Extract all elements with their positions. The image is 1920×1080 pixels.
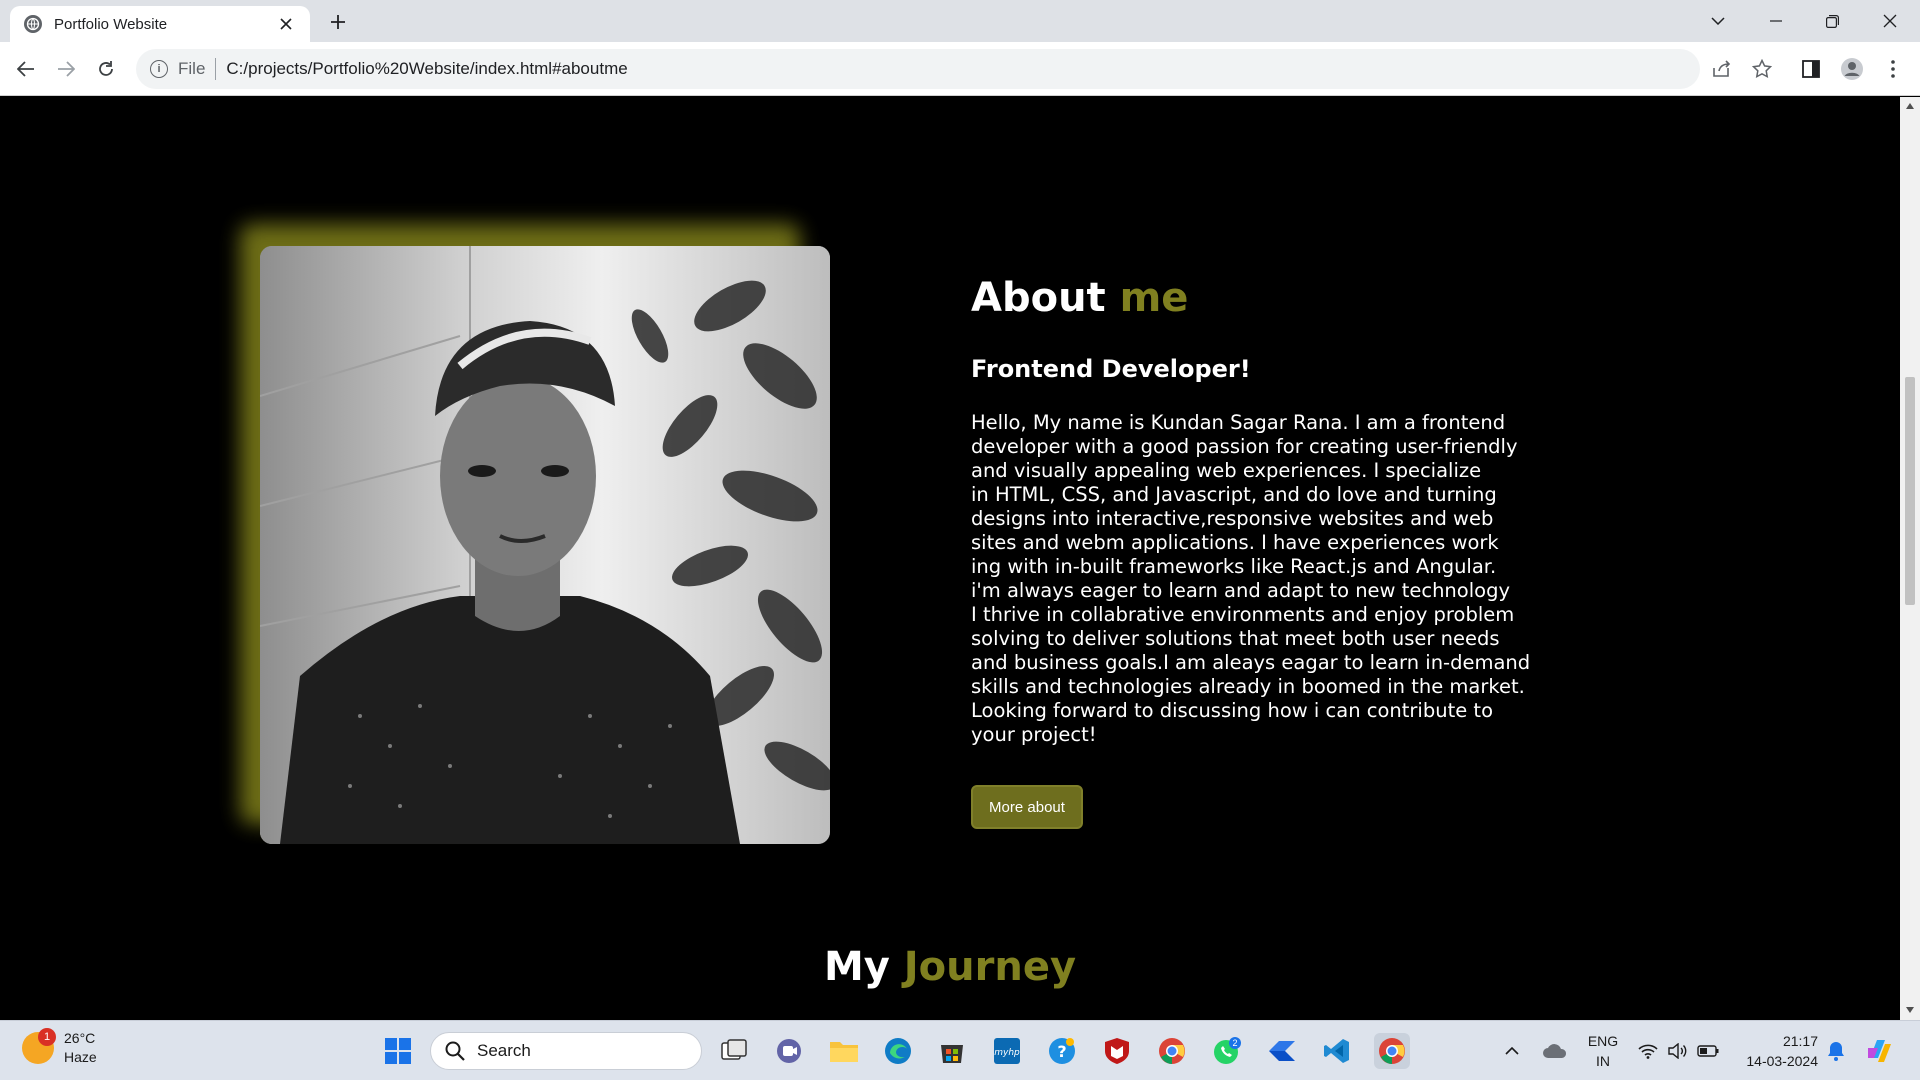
svg-text:myhp: myhp [994, 1048, 1020, 1058]
profile-photo [260, 246, 830, 844]
menu-kebab-icon[interactable] [1880, 56, 1906, 82]
taskbar-clock[interactable]: 21:17 14-03-2024 [1730, 1031, 1818, 1071]
browser-tab-bar: Portfolio Website [0, 0, 1920, 42]
mcafee-shield-icon[interactable] [1099, 1033, 1135, 1069]
vscode-icon[interactable] [1319, 1033, 1355, 1069]
role-heading: Frontend Developer! [971, 355, 1251, 383]
about-title-main: About [971, 275, 1106, 321]
page-scrollbar[interactable] [1900, 97, 1920, 1020]
close-tab-icon[interactable] [276, 14, 296, 34]
show-hidden-icons-chevron-icon[interactable] [1494, 1033, 1530, 1069]
weather-sun-icon: 1 [22, 1028, 56, 1064]
microsoft-store-icon[interactable] [934, 1033, 970, 1069]
search-icon [445, 1041, 465, 1061]
whatsapp-icon[interactable]: 2 [1209, 1033, 1245, 1069]
back-button[interactable] [12, 55, 40, 83]
share-icon[interactable] [1709, 56, 1735, 82]
scrollbar-thumb[interactable] [1905, 377, 1915, 605]
clock-time: 21:17 [1782, 1033, 1818, 1049]
globe-icon [24, 15, 42, 33]
windows-start-icon[interactable] [380, 1033, 416, 1069]
chrome-icon[interactable] [1154, 1033, 1190, 1069]
battery-icon[interactable] [1690, 1033, 1726, 1069]
help-app-icon[interactable]: ? [1044, 1033, 1080, 1069]
taskbar-search-label: Search [477, 1041, 531, 1060]
info-icon[interactable]: i [150, 60, 168, 78]
journey-title-accent: Journey [903, 944, 1077, 990]
clock-date: 14-03-2024 [1746, 1053, 1818, 1069]
page-viewport: About me Frontend Developer! Hello, My n… [0, 97, 1900, 1020]
restore-button[interactable] [1804, 0, 1860, 42]
file-explorer-icon[interactable] [826, 1033, 862, 1069]
task-view-icon[interactable] [716, 1033, 752, 1069]
more-about-button[interactable]: More about [971, 785, 1083, 829]
weather-desc: Haze [64, 1049, 97, 1065]
language-line-1: ENG [1587, 1033, 1619, 1049]
scroll-down-arrow-icon[interactable] [1905, 1005, 1915, 1015]
weather-text: 26°C Haze [64, 1029, 97, 1067]
browser-tab[interactable]: Portfolio Website [10, 6, 310, 42]
bookmark-star-icon[interactable] [1749, 56, 1775, 82]
language-indicator[interactable]: ENG IN [1586, 1031, 1620, 1071]
language-line-2: IN [1596, 1053, 1610, 1069]
new-tab-button[interactable] [324, 8, 352, 36]
address-bar[interactable]: i File C:/projects/Portfolio%20Website/i… [136, 49, 1700, 89]
edge-browser-icon[interactable] [880, 1033, 916, 1069]
weather-widget[interactable]: 1 26°C Haze [22, 1028, 97, 1067]
scroll-up-arrow-icon[interactable] [1905, 101, 1915, 111]
tab-search-chevron-icon[interactable] [1690, 0, 1746, 42]
windows-taskbar: 1 26°C Haze Search myhp ? 2 ENG IN 21:17… [0, 1020, 1920, 1080]
weather-badge: 1 [38, 1028, 56, 1046]
forward-button[interactable] [52, 55, 80, 83]
browser-toolbar: i File C:/projects/Portfolio%20Website/i… [0, 42, 1920, 96]
notification-bell-icon[interactable] [1818, 1033, 1854, 1069]
side-panel-icon[interactable] [1798, 56, 1824, 82]
teams-chat-icon[interactable] [771, 1033, 807, 1069]
url-scheme-label: File [178, 59, 206, 78]
reload-button[interactable] [92, 55, 120, 83]
url-text[interactable]: C:/projects/Portfolio%20Website/index.ht… [226, 59, 1700, 79]
copilot-icon[interactable] [1862, 1033, 1898, 1069]
taskbar-search[interactable]: Search [430, 1032, 702, 1070]
profile-avatar-icon[interactable] [1839, 56, 1865, 82]
close-window-button[interactable] [1862, 0, 1918, 42]
journey-title-main: My [823, 944, 890, 990]
minimize-button[interactable] [1748, 0, 1804, 42]
whatsapp-badge: 2 [1232, 1038, 1237, 1048]
about-title: About me [971, 275, 1188, 321]
journey-title: My Journey [0, 944, 1900, 990]
myhp-app-icon[interactable]: myhp [989, 1033, 1025, 1069]
svg-text:?: ? [1057, 1042, 1066, 1061]
bio-paragraph: Hello, My name is Kundan Sagar Rana. I a… [971, 411, 1531, 746]
power-automate-icon[interactable] [1264, 1033, 1300, 1069]
onedrive-cloud-icon[interactable] [1537, 1033, 1573, 1069]
chrome-active-icon[interactable] [1374, 1033, 1410, 1069]
weather-temp: 26°C [64, 1030, 96, 1046]
about-title-accent: me [1119, 275, 1189, 321]
address-separator [215, 58, 217, 80]
tab-title: Portfolio Website [54, 15, 168, 33]
